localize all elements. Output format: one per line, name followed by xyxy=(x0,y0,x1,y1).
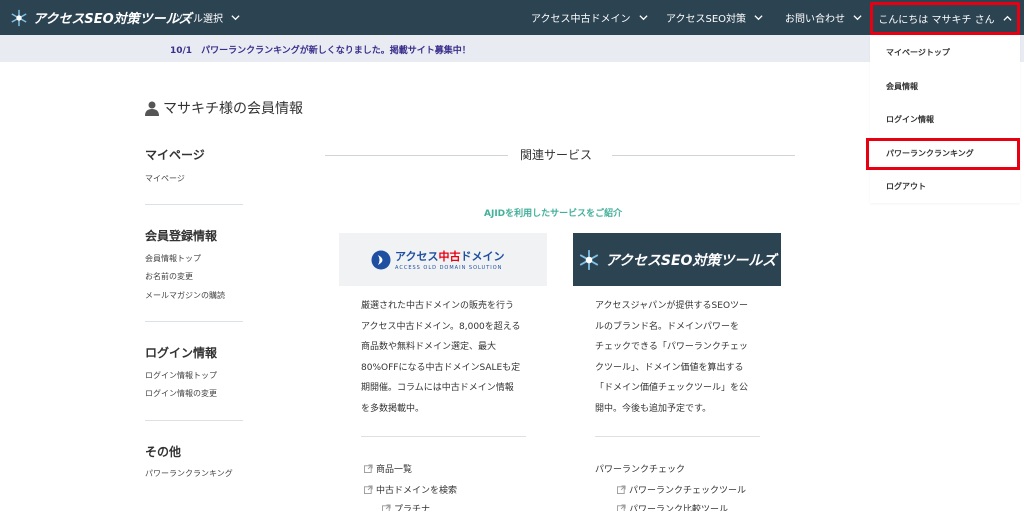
sidebar-link-login-top[interactable]: ログイン情報トップ xyxy=(145,370,217,381)
powerrank-check-heading: パワーランクチェック xyxy=(595,465,686,475)
link-powerrank-check-tool[interactable]: パワーランクチェックツール xyxy=(617,483,746,496)
seo-tools-banner[interactable]: アクセスSEO対策ツールズ xyxy=(573,233,781,286)
logo-snowflake-icon xyxy=(11,9,27,26)
seo-tools-banner-text: アクセスSEO対策ツールズ xyxy=(605,252,777,269)
nav-tool-select[interactable]: ツール選択 xyxy=(173,0,240,35)
used-domain-description: 厳選された中古ドメインの販売を行う アクセス中古ドメイン。8,000を超える 商… xyxy=(361,301,521,414)
seo-tools-description: アクセスジャパンが提供するSEOツー ルのブランド名。ドメインパワーを チェック… xyxy=(595,301,749,414)
nav-seo[interactable]: アクセスSEO対策 xyxy=(666,0,763,35)
nav-label: アクセスSEO対策 xyxy=(666,14,747,25)
nav-label: お問い合わせ xyxy=(785,14,845,25)
sidebar-heading-login: ログイン情報 xyxy=(145,346,218,360)
chevron-up-icon xyxy=(1003,15,1012,21)
user-dropdown-menu: マイページトップ 会員情報 ログイン情報 パワーランクランキング ログアウト xyxy=(870,35,1020,203)
chevron-down-icon xyxy=(638,15,648,21)
used-domain-banner-text: アクセス中古ドメイン ACCESS OLD DOMAIN SOLUTION xyxy=(395,248,504,271)
sidebar-heading-other: その他 xyxy=(145,445,182,459)
nav-label: アクセス中古ドメイン xyxy=(531,14,631,25)
sidebar-link-name-change[interactable]: お名前の変更 xyxy=(145,271,193,282)
sidebar-divider xyxy=(145,321,243,322)
nav-used-domain[interactable]: アクセス中古ドメイン xyxy=(531,0,648,35)
user-icon xyxy=(145,101,159,116)
page-title-text: マサキチ様の会員情報 xyxy=(163,101,303,117)
notice-text[interactable]: 10/1 パワーランクランキングが新しくなりました。掲載サイト募集中！ xyxy=(170,43,471,56)
external-link-icon xyxy=(382,504,391,511)
sidebar-heading-member: 会員登録情報 xyxy=(145,229,218,243)
used-domain-banner[interactable]: アクセス中古ドメイン ACCESS OLD DOMAIN SOLUTION xyxy=(339,233,547,286)
site-logo[interactable]: アクセスSEO対策ツールズ xyxy=(10,8,192,27)
snowflake-logo-icon xyxy=(579,249,598,270)
link-powerrank-compare-tool[interactable]: パワーランク比較ツール xyxy=(617,502,728,511)
chevron-down-icon xyxy=(754,15,763,21)
sidebar-divider xyxy=(145,420,243,421)
external-link-icon xyxy=(364,485,373,494)
link-search-domain[interactable]: 中古ドメインを検索 xyxy=(364,483,457,496)
sidebar-link-mypage[interactable]: マイページ xyxy=(145,173,185,184)
globe-logo-icon xyxy=(371,250,391,269)
powerrank-ranking-highlight xyxy=(866,138,1020,170)
nav-contact[interactable]: お問い合わせ xyxy=(785,0,862,35)
ajid-intro: AJIDを利用したサービスをご紹介 xyxy=(484,209,623,219)
sidebar-divider xyxy=(145,204,243,205)
card-divider xyxy=(595,436,760,437)
sidebar-link-powerrank-ranking[interactable]: パワーランクランキング xyxy=(145,468,233,479)
nav-label: ツール選択 xyxy=(173,14,223,25)
dropdown-item-logout[interactable]: ログアウト xyxy=(886,181,926,192)
sidebar-link-newsletter[interactable]: メールマガジンの購読 xyxy=(145,290,225,301)
link-platinum[interactable]: プラチナ xyxy=(382,502,430,511)
used-domain-banner-subtitle: ACCESS OLD DOMAIN SOLUTION xyxy=(395,265,503,271)
top-header: アクセスSEO対策ツールズ ツール選択 アクセス中古ドメイン アクセスSEO対策… xyxy=(0,0,1024,35)
sidebar-heading-mypage: マイページ xyxy=(145,148,205,162)
external-link-icon xyxy=(617,504,626,511)
link-product-list[interactable]: 商品一覧 xyxy=(364,462,412,475)
logo-text: アクセスSEO対策ツールズ xyxy=(33,12,192,27)
title-line-right xyxy=(612,155,795,156)
used-domain-banner-title: アクセス中古ドメイン xyxy=(395,250,505,263)
greeting-text: こんにちは マサキチ さん xyxy=(878,15,995,26)
chevron-down-icon xyxy=(853,15,862,21)
page-title: マサキチ様の会員情報 xyxy=(145,98,303,118)
dropdown-item-login-info[interactable]: ログイン情報 xyxy=(886,114,934,125)
card-divider xyxy=(361,436,526,437)
related-services-title: 関連サービス xyxy=(325,146,795,166)
user-menu-button[interactable]: こんにちは マサキチ さん xyxy=(870,2,1020,35)
chevron-down-icon xyxy=(231,15,240,21)
external-link-icon xyxy=(617,485,626,494)
title-line-left xyxy=(325,155,508,156)
dropdown-item-mypage-top[interactable]: マイページトップ xyxy=(886,47,950,58)
sidebar-link-member-top[interactable]: 会員情報トップ xyxy=(145,253,201,264)
dropdown-item-member-info[interactable]: 会員情報 xyxy=(886,81,918,92)
external-link-icon xyxy=(364,464,373,473)
sidebar-link-login-change[interactable]: ログイン情報の変更 xyxy=(145,388,217,399)
related-services-text: 関連サービス xyxy=(520,148,593,162)
